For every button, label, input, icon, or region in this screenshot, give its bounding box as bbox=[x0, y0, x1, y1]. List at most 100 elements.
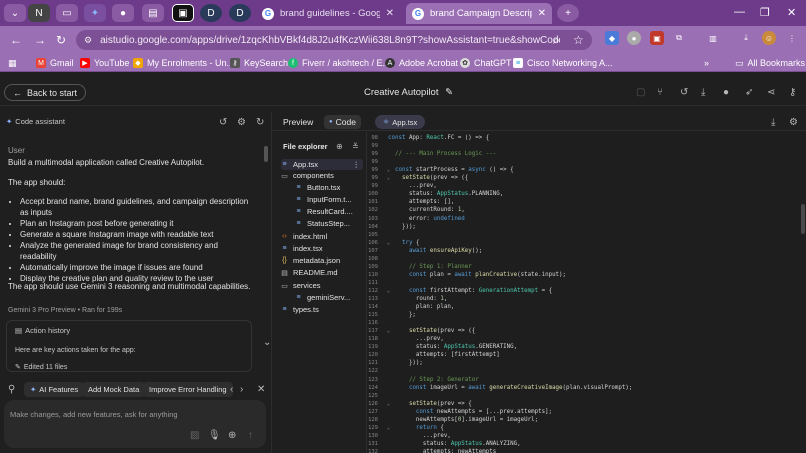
side-panel-icon[interactable]: ▥ bbox=[706, 31, 720, 45]
chevron-down-icon[interactable]: ⌄ bbox=[263, 337, 271, 348]
bookmark-cisco[interactable]: ≡ Cisco Networking A... bbox=[513, 57, 613, 69]
chip-add-mock-data[interactable]: Add Mock Data bbox=[82, 382, 146, 397]
add-file-icon[interactable]: ⊕ bbox=[336, 142, 343, 151]
extensions-puzzle-icon[interactable]: ⧉ bbox=[672, 31, 686, 45]
tab-preview[interactable]: Preview bbox=[283, 115, 313, 129]
close-icon[interactable]: ✕ bbox=[538, 8, 546, 19]
deploy-icon[interactable]: ▢ bbox=[636, 87, 645, 98]
file-tab-app-tsx[interactable]: ⚛ App.tsx bbox=[375, 115, 426, 129]
collapse-icon[interactable]: ≚ bbox=[352, 142, 359, 151]
fold-chevron-icon[interactable]: ⌄ bbox=[380, 328, 390, 334]
gear-icon[interactable]: ⚙ bbox=[237, 117, 246, 128]
add-circle-icon[interactable]: ⊕ bbox=[228, 430, 236, 441]
new-tab-button[interactable]: + bbox=[557, 4, 579, 22]
restore-icon[interactable]: ❐ bbox=[760, 6, 770, 19]
folder-components[interactable]: ▭ components bbox=[281, 171, 334, 180]
file-item-inputform[interactable]: ≡ InputForm.t... bbox=[295, 195, 351, 204]
file-item-index-tsx[interactable]: ≡ index.tsx bbox=[281, 244, 322, 253]
close-icon[interactable]: ✕ bbox=[257, 384, 265, 395]
magic-icon[interactable]: ⚲ bbox=[8, 384, 15, 395]
bookmark-chatgpt[interactable]: ✿ ChatGPT bbox=[460, 57, 512, 69]
forward-arrow-icon[interactable]: → bbox=[34, 33, 46, 47]
extension-icon-2[interactable]: ● bbox=[627, 31, 641, 45]
minimize-icon[interactable]: — bbox=[734, 6, 745, 18]
prompt-box[interactable]: Make changes, add new features, ask for … bbox=[4, 400, 266, 448]
tab-brand-guidelines[interactable]: G brand guidelines - Google Sear ✕ bbox=[256, 3, 400, 24]
pinned-tab-gemini[interactable]: ✦ bbox=[84, 4, 106, 22]
rocket-icon[interactable]: ➶ bbox=[745, 87, 753, 98]
pinned-tab-d2[interactable]: D bbox=[229, 4, 251, 22]
pencil-edit-icon[interactable]: ✎ bbox=[445, 87, 453, 98]
all-bookmarks-folder[interactable]: ▭ All Bookmarks bbox=[735, 57, 805, 69]
code-editor[interactable]: 98 const App: React.FC = () => {99 99 // -… bbox=[368, 132, 806, 453]
bookmark-enrolments[interactable]: ◆ My Enrolments - Un... bbox=[133, 57, 234, 69]
kebab-menu-icon[interactable]: ⋮ bbox=[353, 160, 361, 169]
close-window-icon[interactable]: ✕ bbox=[787, 6, 796, 19]
address-bar[interactable]: ⚙ aistudio.google.com/apps/drive/1zqcKhb… bbox=[76, 30, 592, 50]
branch-icon[interactable]: ⑂ bbox=[657, 87, 663, 98]
tab-code[interactable]: ● Code bbox=[324, 115, 361, 129]
fold-chevron-icon[interactable]: ⌄ bbox=[380, 401, 390, 407]
extension-icon-1[interactable]: ◆ bbox=[605, 31, 619, 45]
bookmark-youtube[interactable]: ▶ YouTube bbox=[80, 57, 129, 69]
folder-services[interactable]: ▭ services bbox=[281, 281, 320, 290]
chevron-left-icon[interactable]: ‹ bbox=[230, 384, 233, 395]
download-icon[interactable]: ⤓ bbox=[701, 87, 705, 98]
file-item-readme[interactable]: ▤ README.md bbox=[281, 268, 337, 277]
tab-brand-campaign[interactable]: G brand Campaign Description fo ✕ bbox=[406, 3, 552, 24]
pinned-tab-capcut[interactable]: ▣ bbox=[172, 4, 194, 22]
key-icon[interactable]: ⚷ bbox=[789, 87, 796, 98]
send-icon[interactable]: ↑ bbox=[248, 430, 253, 441]
close-icon[interactable]: ✕ bbox=[386, 8, 394, 19]
back-arrow-icon[interactable]: ← bbox=[10, 33, 22, 47]
file-item-types-ts[interactable]: ≡ types.ts bbox=[281, 305, 318, 314]
bookmark-fiverr[interactable]: f Fiverr / akohtech / E... bbox=[288, 57, 390, 69]
bookmark-gmail[interactable]: M Gmail bbox=[36, 57, 74, 69]
share-icon[interactable]: ⋖ bbox=[767, 87, 775, 98]
action-history-card[interactable]: ▤ Action history Here are key actions tak… bbox=[6, 320, 252, 372]
file-item-app-tsx[interactable]: ≡ App.tsx ⋮ bbox=[281, 159, 363, 170]
fold-chevron-icon[interactable]: ⌄ bbox=[380, 425, 390, 431]
search-icon[interactable]: ⌕ bbox=[553, 33, 560, 48]
file-item-geminiservice[interactable]: ≡ geminiServ... bbox=[295, 293, 350, 302]
fold-chevron-icon[interactable]: ⌄ bbox=[380, 175, 390, 181]
bookmark-keysearch[interactable]: ⚷ KeySearch bbox=[230, 57, 288, 69]
history-icon[interactable]: ↺ bbox=[219, 117, 227, 128]
apps-grid-icon[interactable]: ▦ bbox=[8, 57, 17, 69]
editor-scrollbar[interactable] bbox=[801, 204, 805, 234]
extension-icon-3[interactable]: ▣ bbox=[650, 31, 664, 45]
file-item-index-html[interactable]: ‹› index.html bbox=[281, 232, 327, 241]
download-icon[interactable]: ⤓ bbox=[771, 117, 775, 128]
file-item-button-tsx[interactable]: ≡ Button.tsx bbox=[295, 183, 340, 192]
chip-improve-error-handling[interactable]: Improve Error Handling bbox=[143, 382, 233, 397]
bookmark-star-icon[interactable]: ☆ bbox=[573, 33, 584, 47]
reload-icon[interactable]: ↻ bbox=[56, 33, 66, 47]
file-item-resultcard[interactable]: ≡ ResultCard.... bbox=[295, 207, 352, 216]
pinned-tab-doc[interactable]: ▤ bbox=[142, 4, 164, 22]
pinned-tab-d1[interactable]: D bbox=[200, 4, 222, 22]
bookmark-adobe-acrobat[interactable]: A Adobe Acrobat bbox=[385, 57, 458, 69]
pinned-tab-notion[interactable]: N bbox=[28, 4, 50, 22]
kebab-menu-icon[interactable]: ⋮ bbox=[785, 31, 799, 45]
edited-files[interactable]: ✎ Edited 11 files bbox=[15, 363, 67, 371]
bookmarks-overflow-icon[interactable]: » bbox=[704, 57, 709, 69]
pinned-tab-drive[interactable]: ▭ bbox=[56, 4, 78, 22]
gear-icon[interactable]: ⚙ bbox=[789, 117, 798, 128]
pinned-tab-github[interactable]: ● bbox=[112, 4, 134, 22]
history-icon[interactable]: ↺ bbox=[680, 87, 688, 98]
file-item-statusstep[interactable]: ≡ StatusStep... bbox=[295, 219, 350, 228]
image-attach-icon[interactable]: ▨ bbox=[190, 430, 199, 441]
avatar[interactable]: ☺ bbox=[762, 31, 776, 45]
download-icon[interactable]: ⤓ bbox=[739, 31, 753, 45]
github-icon[interactable]: ● bbox=[723, 87, 729, 98]
search-icon[interactable]: ⌕ bbox=[320, 142, 324, 152]
site-info-icon[interactable]: ⚙ bbox=[84, 35, 92, 46]
fold-chevron-icon[interactable]: ⌄ bbox=[380, 167, 390, 173]
back-to-start-button[interactable]: ← Back to start bbox=[4, 84, 87, 101]
tab-search-button[interactable]: ⌄ bbox=[4, 4, 26, 22]
file-item-metadata-json[interactable]: {} metadata.json bbox=[281, 256, 340, 265]
refresh-icon[interactable]: ↻ bbox=[256, 117, 264, 128]
chevron-right-icon[interactable]: › bbox=[240, 384, 243, 395]
microphone-icon[interactable]: 🎙︎ bbox=[208, 430, 221, 441]
fold-chevron-icon[interactable]: ⌄ bbox=[380, 240, 390, 246]
